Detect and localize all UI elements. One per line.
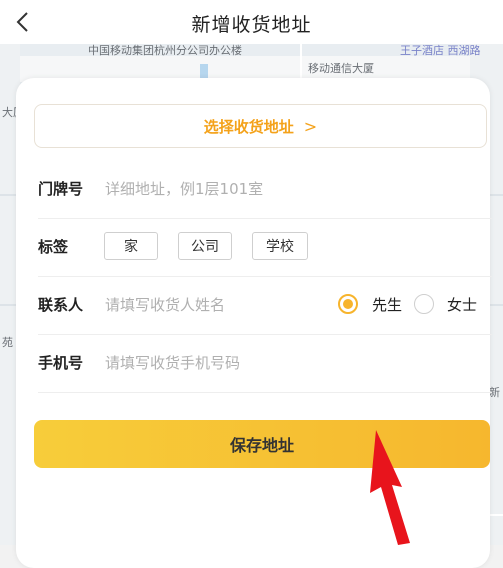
map-label: 移动通信大厦 (308, 62, 374, 75)
save-address-button[interactable]: 保存地址 (34, 420, 490, 468)
contact-label: 联系人 (38, 296, 84, 314)
select-address-button[interactable]: 选择收货地址 > (34, 104, 487, 148)
gender-male-radio[interactable] (338, 294, 358, 314)
tag-label: 标签 (38, 238, 69, 256)
chevron-right-icon: > (303, 116, 318, 136)
tag-home-button[interactable]: 家 (104, 232, 158, 260)
contact-name-input[interactable]: 请填写收货人姓名 (105, 294, 225, 315)
map-label: 苑 (2, 336, 13, 349)
gender-male-label: 先生 (372, 296, 403, 314)
phone-input[interactable]: 请填写收货手机号码 (105, 352, 240, 373)
gender-female-label: 女士 (447, 296, 478, 314)
page-title: 新增收货地址 (191, 14, 312, 36)
gender-female-radio[interactable] (414, 294, 434, 314)
red-arrow-icon (370, 430, 410, 545)
tag-row: 标签 家 公司 学校 (38, 218, 492, 277)
doorplate-input[interactable]: 详细地址，例1层101室 (105, 178, 263, 199)
select-address-label: 选择收货地址 (203, 117, 294, 136)
map-label: 中国移动集团杭州分公司办公楼 (88, 44, 242, 57)
doorplate-label: 门牌号 (38, 180, 84, 198)
tag-school-button[interactable]: 学校 (252, 232, 308, 260)
nav-header: 新增收货地址 (0, 0, 503, 44)
doorplate-row: 门牌号 详细地址，例1层101室 (38, 160, 492, 219)
map-label: 王子酒店 西湖路 (400, 44, 481, 57)
contact-row: 联系人 请填写收货人姓名 先生 女士 (38, 276, 492, 335)
phone-label: 手机号 (38, 354, 84, 372)
tag-company-button[interactable]: 公司 (178, 232, 232, 260)
phone-row: 手机号 请填写收货手机号码 (38, 334, 492, 393)
